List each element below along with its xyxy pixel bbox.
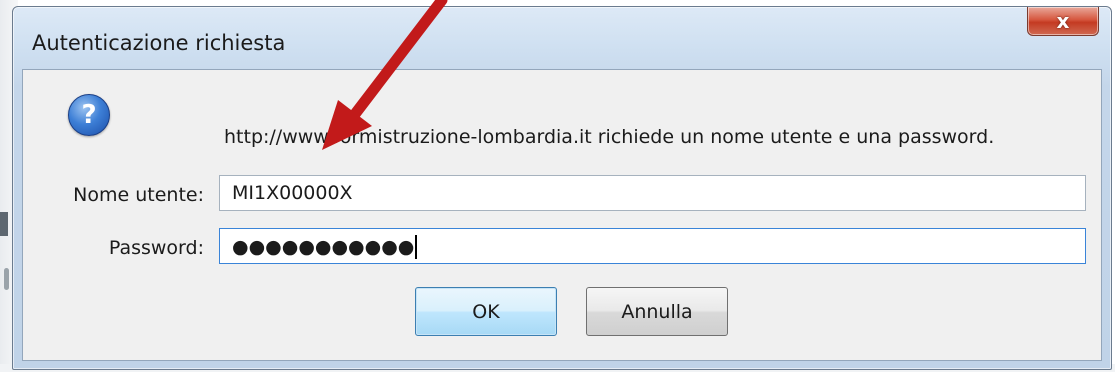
dialog-title: Autenticazione richiesta <box>32 31 286 55</box>
close-button[interactable]: x <box>1027 7 1099 36</box>
username-field[interactable]: MI1X00000X <box>219 175 1086 211</box>
background-page-fragment <box>4 268 9 290</box>
text-cursor <box>415 235 418 259</box>
auth-message: http://www.formistruzione-lombardia.it r… <box>224 126 995 148</box>
background-page-fragment <box>0 212 8 236</box>
username-label: Nome utente: <box>73 184 204 206</box>
password-label: Password: <box>108 237 204 259</box>
password-mask: ●●●●●●●●●●● <box>232 236 415 258</box>
cancel-button[interactable]: Annulla <box>586 287 728 336</box>
dialog-titlebar[interactable]: Autenticazione richiesta x <box>13 7 1111 71</box>
username-value: MI1X00000X <box>232 182 353 204</box>
auth-dialog-window: Autenticazione richiesta x ? http://www.… <box>12 6 1112 370</box>
screenshot-canvas: Autenticazione richiesta x ? http://www.… <box>0 0 1115 372</box>
question-icon: ? <box>68 94 110 136</box>
dialog-content: ? http://www.formistruzione-lombardia.it… <box>22 69 1102 361</box>
password-field[interactable]: ●●●●●●●●●●● <box>219 228 1086 264</box>
ok-button[interactable]: OK <box>415 287 557 336</box>
close-icon: x <box>1056 9 1070 33</box>
